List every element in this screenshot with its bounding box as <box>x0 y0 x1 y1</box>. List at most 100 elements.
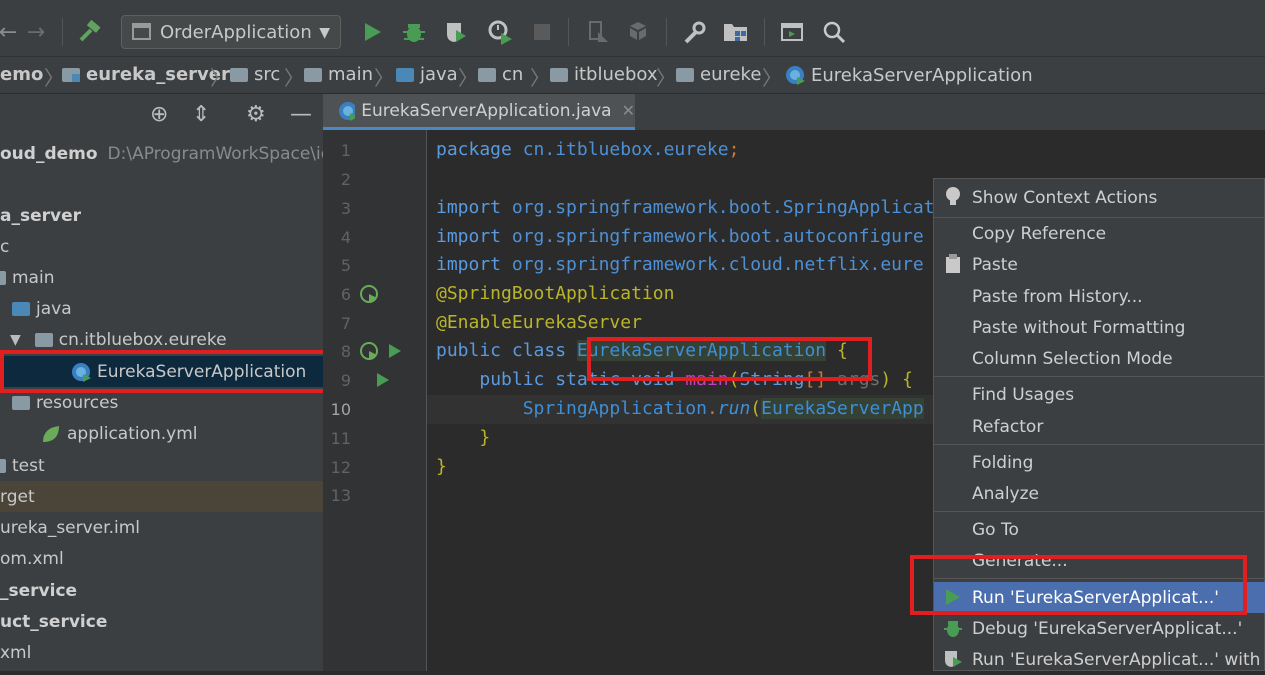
search-icon[interactable] <box>820 18 848 46</box>
editor-tab-bar: EurekaServerApplication.java ✕ <box>323 94 1265 130</box>
forward-arrow-icon[interactable]: → <box>22 18 50 46</box>
tree-item-iml[interactable]: ureka_server.iml <box>0 512 323 543</box>
settings-wrench-icon[interactable] <box>680 18 708 46</box>
close-tab-icon[interactable]: ✕ <box>622 101 635 120</box>
tab-label: EurekaServerApplication.java <box>361 100 612 121</box>
tree-item-target[interactable]: rget <box>0 481 323 512</box>
tree-item-yml[interactable]: application.yml <box>0 418 323 449</box>
tree-item-pom[interactable]: om.xml <box>0 543 323 574</box>
resources-folder-icon <box>12 395 30 410</box>
breadcrumb-label: src <box>254 64 281 85</box>
menu-item-go-to[interactable]: Go To <box>934 514 1265 545</box>
code-line: import org.springframework.boot.autoconf… <box>436 226 924 247</box>
breadcrumb-item-project[interactable]: emo <box>0 64 43 85</box>
tree-item-src[interactable]: c <box>0 231 323 262</box>
code-line: import org.springframework.boot.SpringAp… <box>436 197 935 218</box>
breadcrumb-label: eureke <box>700 64 762 85</box>
package-icon <box>550 67 568 82</box>
line-number: 4 <box>340 228 351 247</box>
tree-item-xml[interactable]: xml <box>0 637 323 668</box>
line-number: 9 <box>340 371 351 390</box>
spring-bean-gutter-icon[interactable] <box>359 284 379 304</box>
menu-item-label: Copy Reference <box>972 223 1107 244</box>
breadcrumb-item-class[interactable]: EurekaServerApplication <box>784 64 1033 86</box>
profile-icon[interactable] <box>486 18 514 46</box>
menu-item-run-with-coverage[interactable]: Run 'EurekaServerApplicat...' with Co <box>934 644 1265 675</box>
menu-separator <box>934 511 1265 512</box>
chevron-right-icon: 〉 <box>530 66 550 90</box>
tree-item-label: resources <box>36 392 119 413</box>
menu-item-folding[interactable]: Folding <box>934 447 1265 478</box>
project-structure-icon[interactable] <box>722 18 750 46</box>
tab-eureka-server-application[interactable]: EurekaServerApplication.java ✕ <box>323 94 635 130</box>
menu-item-label: Paste without Formatting <box>972 317 1186 338</box>
source-folder-icon <box>12 301 30 316</box>
line-number: 10 <box>330 400 351 419</box>
menu-item-paste-from-history[interactable]: Paste from History... <box>934 281 1265 312</box>
menu-item-find-usages[interactable]: Find Usages <box>934 379 1265 410</box>
menu-item-show-context-actions[interactable]: Show Context Actions <box>934 182 1265 213</box>
menu-item-label: Folding <box>972 452 1034 473</box>
minimize-icon[interactable]: — <box>290 102 312 127</box>
tree-root[interactable]: oud_demo D:\AProgramWorkSpace\ide <box>0 138 323 169</box>
tree-item-java[interactable]: java <box>0 293 323 324</box>
code-line: import org.springframework.cloud.netflix… <box>436 254 924 275</box>
tree-item-main[interactable]: main <box>0 262 323 293</box>
menu-item-copy-reference[interactable]: Copy Reference <box>934 218 1265 249</box>
menu-item-paste-without-formatting[interactable]: Paste without Formatting <box>934 312 1265 343</box>
breadcrumb-item-module[interactable]: eureka_server <box>62 64 230 85</box>
tree-item-label: main <box>12 267 55 288</box>
breadcrumb-item-itbluebox[interactable]: itbluebox <box>550 64 658 85</box>
spring-boot-class-icon <box>786 66 805 85</box>
run-icon[interactable] <box>358 18 386 46</box>
collapse-all-icon[interactable]: ⇕ <box>192 102 210 127</box>
breadcrumb-item-eureke[interactable]: eureke <box>676 64 761 85</box>
run-gutter-icon[interactable] <box>387 343 403 359</box>
tree-root-path: D:\AProgramWorkSpace\ide <box>107 143 323 164</box>
menu-item-label: Run 'EurekaServerApplicat...' with Co <box>972 649 1265 670</box>
tree-item-test[interactable]: test <box>0 450 323 481</box>
presentation-icon[interactable] <box>778 18 806 46</box>
menu-item-label: Show Context Actions <box>972 187 1158 208</box>
tree-item-label: ureka_server.iml <box>0 517 140 538</box>
breadcrumb: emo 〉 eureka_server 〉 src 〉 main 〉 java … <box>0 56 1265 94</box>
locate-target-icon[interactable]: ⊕ <box>150 102 168 127</box>
menu-item-label: Column Selection Mode <box>972 348 1173 369</box>
breadcrumb-item-main[interactable]: main <box>304 64 373 85</box>
coverage-icon[interactable] <box>442 18 470 46</box>
folder-icon <box>304 67 322 82</box>
build-hammer-icon[interactable] <box>76 18 104 46</box>
breadcrumb-item-cn[interactable]: cn <box>478 64 523 85</box>
breadcrumb-item-java[interactable]: java <box>396 64 458 85</box>
gear-icon[interactable]: ⚙ <box>246 102 266 127</box>
tree-item-service[interactable]: _service <box>0 575 323 606</box>
expand-arrow-icon[interactable]: ▼ <box>10 332 21 348</box>
chevron-right-icon: 〉 <box>656 66 676 90</box>
run-gutter-icon[interactable] <box>375 372 391 388</box>
spring-bean-gutter-icon[interactable] <box>359 341 379 361</box>
build-artifacts-icon[interactable] <box>624 18 652 46</box>
lightbulb-icon <box>946 187 960 205</box>
chevron-right-icon: 〉 <box>762 66 782 90</box>
menu-item-analyze[interactable]: Analyze <box>934 478 1265 509</box>
menu-item-label: Go To <box>972 519 1019 540</box>
tree-item-label: application.yml <box>67 423 198 444</box>
breadcrumb-label: itbluebox <box>574 64 658 85</box>
menu-item-refactor[interactable]: Refactor <box>934 411 1265 442</box>
menu-item-column-selection-mode[interactable]: Column Selection Mode <box>934 343 1265 374</box>
tree-item-product-service[interactable]: uct_service <box>0 606 323 637</box>
tree-item-label: c <box>0 236 10 257</box>
back-arrow-icon[interactable]: ← <box>0 18 22 46</box>
run-configuration-select[interactable]: OrderApplication ▼ <box>121 15 341 49</box>
debug-bug-icon[interactable] <box>400 18 428 46</box>
menu-item-paste[interactable]: Paste <box>934 249 1265 280</box>
code-line: @EnableEurekaServer <box>436 312 642 333</box>
main-toolbar: ← → OrderApplication ▼ <box>0 0 1265 56</box>
breadcrumb-item-src[interactable]: src <box>230 64 280 85</box>
menu-item-debug[interactable]: Debug 'EurekaServerApplicat...' <box>934 613 1265 644</box>
run-config-label: OrderApplication <box>160 21 312 43</box>
attach-debugger-icon[interactable] <box>584 18 612 46</box>
tree-item-module[interactable]: a_server <box>0 200 323 231</box>
stop-icon[interactable] <box>528 18 556 46</box>
code-line: @SpringBootApplication <box>436 283 675 304</box>
